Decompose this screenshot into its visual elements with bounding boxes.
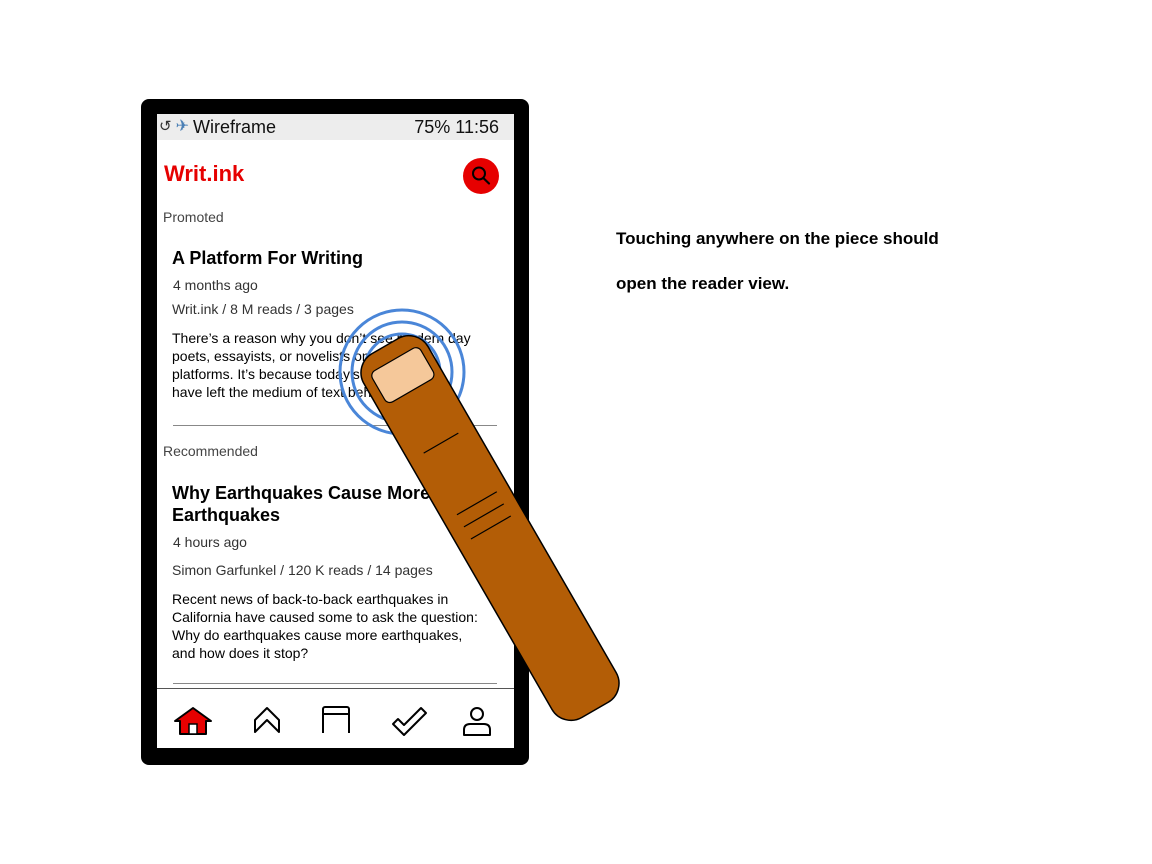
recommended-article-card[interactable]: Why Earthquakes Cause More Earthquakes 4… [172,482,502,662]
nav-home[interactable] [171,703,215,739]
home-indicator[interactable] [271,733,368,740]
phone-screen: ↺ ✈ Wireframe 75% 11:56 Writ.ink Promote… [157,114,514,748]
nav-tasks[interactable] [387,703,431,739]
rotate-icon: ↺ [159,118,172,135]
article-title: A Platform For Writing [172,248,363,268]
promoted-article-card[interactable]: A Platform For Writing 4 months ago Writ… [172,247,502,401]
annotation-line-1: Touching anywhere on the piece should [616,229,939,248]
nav-profile[interactable] [455,703,499,739]
home-icon [174,707,212,735]
user-icon [463,707,491,736]
article-time: 4 months ago [173,277,258,293]
check-icon [392,707,427,736]
article-title: Why Earthquakes Cause More Earthquakes [172,483,431,525]
status-bar: ↺ ✈ Wireframe 75% 11:56 [157,114,514,140]
brand-logo[interactable]: Writ.ink [164,161,244,187]
carrier-label: Wireframe [192,117,276,137]
article-meta: Writ.ink / 8 M reads / 3 pages [172,301,354,317]
airplane-icon: ✈ [175,118,189,135]
article-excerpt: Recent news of back-to-back earthquakes … [172,591,478,661]
search-icon [472,166,491,185]
article-excerpt: There’s a reason why you don’t see moder… [172,330,471,400]
divider [173,683,497,684]
search-button[interactable] [463,158,499,194]
phone-frame: ↺ ✈ Wireframe 75% 11:56 Writ.ink Promote… [141,99,529,765]
battery-time: 75% 11:56 [414,117,499,137]
article-time: 4 hours ago [173,534,247,550]
article-meta: Simon Garfunkel / 120 K reads / 14 pages [172,562,433,578]
section-label-promoted: Promoted [163,209,224,225]
divider [173,425,497,426]
section-label-recommended: Recommended [163,443,258,459]
annotation-line-2: open the reader view. [616,274,790,293]
